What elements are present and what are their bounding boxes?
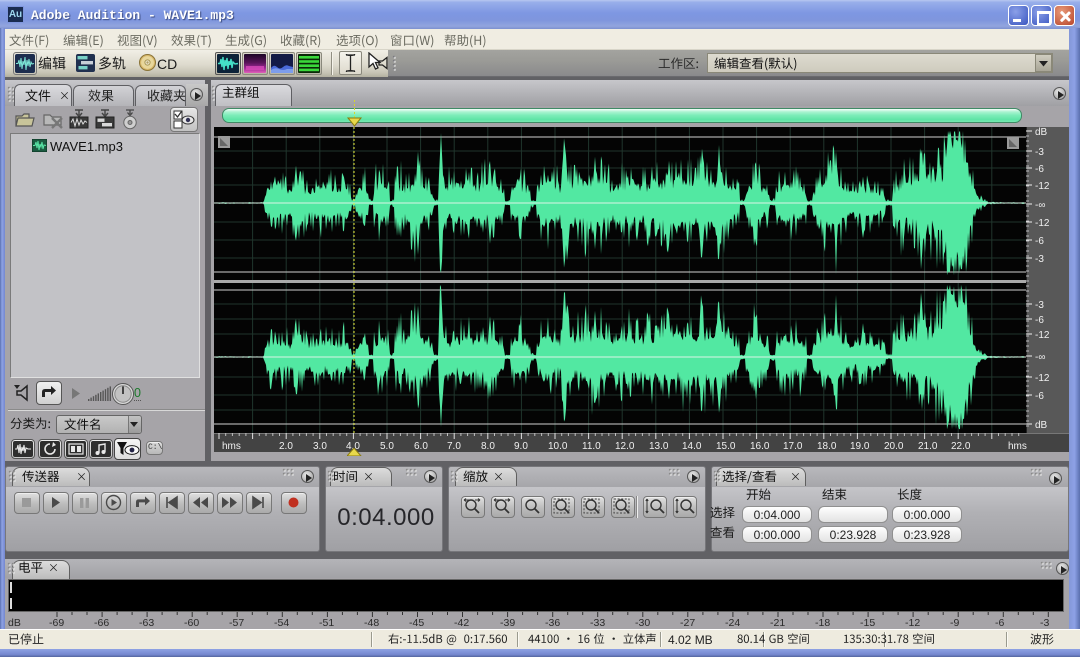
svg-text:6.0: 6.0 bbox=[414, 441, 428, 452]
svg-text:3.0: 3.0 bbox=[313, 441, 327, 452]
svg-text:-12: -12 bbox=[1035, 181, 1050, 192]
svg-text:-45: -45 bbox=[409, 617, 424, 629]
svg-text:11.0: 11.0 bbox=[582, 441, 601, 452]
svg-text:-9: -9 bbox=[950, 617, 959, 629]
svg-text:-30: -30 bbox=[635, 617, 650, 629]
svg-text:-6: -6 bbox=[995, 617, 1004, 629]
svg-text:-21: -21 bbox=[770, 617, 785, 629]
svg-text:-6: -6 bbox=[1035, 391, 1044, 402]
svg-text:-3: -3 bbox=[1040, 617, 1049, 629]
svg-text:20.0: 20.0 bbox=[884, 441, 904, 452]
svg-text:-12: -12 bbox=[1035, 218, 1050, 229]
svg-text:dB: dB bbox=[1035, 127, 1048, 138]
svg-text:-6: -6 bbox=[1035, 315, 1044, 326]
svg-text:16.0: 16.0 bbox=[750, 441, 770, 452]
svg-text:15.0: 15.0 bbox=[716, 441, 736, 452]
svg-text:-6: -6 bbox=[1035, 236, 1044, 247]
svg-text:10.0: 10.0 bbox=[548, 441, 568, 452]
svg-text:5.0: 5.0 bbox=[380, 441, 394, 452]
svg-text:12.0: 12.0 bbox=[615, 441, 635, 452]
svg-text:9.0: 9.0 bbox=[514, 441, 528, 452]
svg-text:-6: -6 bbox=[1035, 164, 1044, 175]
svg-text:-12: -12 bbox=[905, 617, 920, 629]
svg-text:-24: -24 bbox=[725, 617, 740, 629]
svg-text:-3: -3 bbox=[1035, 254, 1044, 265]
svg-text:-33: -33 bbox=[590, 617, 605, 629]
svg-text:13.0: 13.0 bbox=[649, 441, 669, 452]
svg-text:19.0: 19.0 bbox=[850, 441, 870, 452]
svg-text:-18: -18 bbox=[815, 617, 830, 629]
svg-text:-51: -51 bbox=[319, 617, 334, 629]
svg-text:18.0: 18.0 bbox=[817, 441, 837, 452]
svg-text:8.0: 8.0 bbox=[481, 441, 495, 452]
svg-text:-42: -42 bbox=[454, 617, 469, 629]
svg-text:-15: -15 bbox=[860, 617, 875, 629]
svg-text:dB: dB bbox=[1035, 420, 1048, 431]
svg-text:hms: hms bbox=[222, 441, 241, 452]
svg-text:-66: -66 bbox=[94, 617, 109, 629]
svg-text:-3: -3 bbox=[1035, 147, 1044, 158]
svg-text:7.0: 7.0 bbox=[447, 441, 461, 452]
svg-text:17.0: 17.0 bbox=[783, 441, 803, 452]
svg-text:-3: -3 bbox=[1035, 300, 1044, 311]
svg-text:21.0: 21.0 bbox=[918, 441, 938, 452]
svg-text:-∞: -∞ bbox=[1035, 352, 1045, 363]
svg-text:dB: dB bbox=[8, 617, 21, 629]
svg-text:-39: -39 bbox=[500, 617, 515, 629]
svg-text:-27: -27 bbox=[680, 617, 695, 629]
svg-text:-36: -36 bbox=[545, 617, 560, 629]
svg-text:-∞: -∞ bbox=[1035, 200, 1045, 211]
svg-text:-48: -48 bbox=[364, 617, 379, 629]
svg-text:-12: -12 bbox=[1035, 373, 1050, 384]
svg-text:14.0: 14.0 bbox=[682, 441, 702, 452]
svg-text:-69: -69 bbox=[49, 617, 64, 629]
svg-text:hms: hms bbox=[1008, 441, 1027, 452]
svg-text:-63: -63 bbox=[139, 617, 154, 629]
svg-text:-60: -60 bbox=[184, 617, 199, 629]
svg-text:-57: -57 bbox=[229, 617, 244, 629]
svg-text:2.0: 2.0 bbox=[279, 441, 293, 452]
svg-text:22.0: 22.0 bbox=[951, 441, 971, 452]
svg-text:-54: -54 bbox=[274, 617, 289, 629]
svg-text:-12: -12 bbox=[1035, 330, 1050, 341]
